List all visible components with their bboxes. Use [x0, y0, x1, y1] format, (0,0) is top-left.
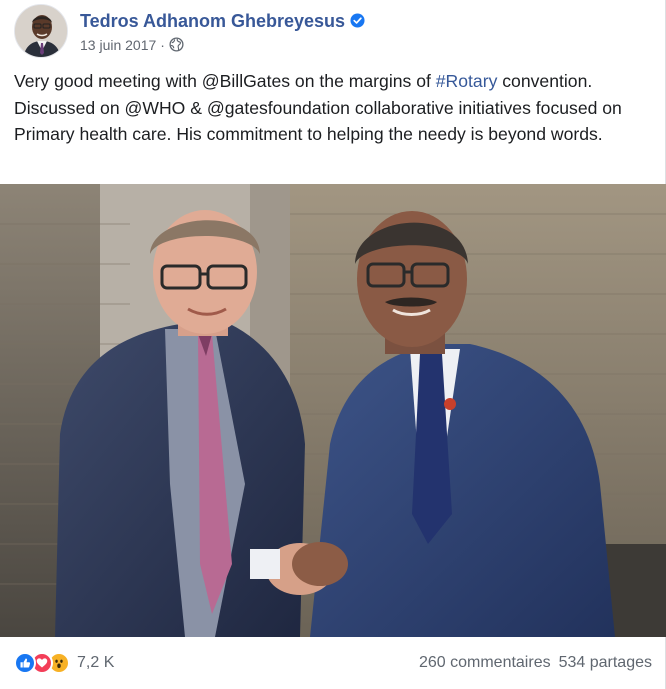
- post-text-part: &: [185, 97, 207, 118]
- reactions-summary[interactable]: 7,2 K: [14, 652, 114, 674]
- post-footer: 7,2 K 260 commentaires 534 partages: [0, 637, 666, 689]
- author-row: Tedros Adhanom Ghebreyesus: [80, 10, 365, 32]
- post-message: Very good meeting with @BillGates on the…: [14, 68, 654, 148]
- mention-who-link[interactable]: @WHO: [125, 98, 186, 118]
- like-icon: [14, 652, 36, 674]
- author-name-link[interactable]: Tedros Adhanom Ghebreyesus: [80, 10, 345, 32]
- post-date-link[interactable]: 13 juin 2017: [80, 37, 156, 53]
- post-header: Tedros Adhanom Ghebreyesus 13 juin 2017 …: [14, 4, 365, 58]
- meta-separator: ·: [160, 36, 165, 53]
- author-avatar[interactable]: [14, 4, 68, 58]
- reaction-count[interactable]: 7,2 K: [77, 654, 114, 672]
- comments-count-link[interactable]: 260 commentaires: [419, 654, 551, 672]
- hashtag-rotary-link[interactable]: #Rotary: [436, 71, 498, 91]
- engagement-counts: 260 commentaires 534 partages: [419, 654, 652, 672]
- post-photo[interactable]: [0, 184, 666, 637]
- post-text-part: on the margins of: [290, 71, 436, 91]
- photo-two-men-handshake: [0, 184, 666, 637]
- facebook-post: Tedros Adhanom Ghebreyesus 13 juin 2017 …: [0, 0, 666, 689]
- verified-badge-icon: [350, 13, 365, 28]
- header-text: Tedros Adhanom Ghebreyesus 13 juin 2017 …: [80, 10, 365, 53]
- mention-gatesfoundation-link[interactable]: @gatesfoundation: [207, 98, 350, 118]
- globe-icon[interactable]: [169, 37, 184, 52]
- avatar-portrait-icon: [15, 5, 67, 57]
- post-meta: 13 juin 2017 ·: [80, 37, 365, 53]
- shares-count-link[interactable]: 534 partages: [559, 654, 652, 672]
- mention-billgates-link[interactable]: @BillGates: [202, 71, 290, 91]
- post-text-part: Very good meeting with: [14, 71, 202, 91]
